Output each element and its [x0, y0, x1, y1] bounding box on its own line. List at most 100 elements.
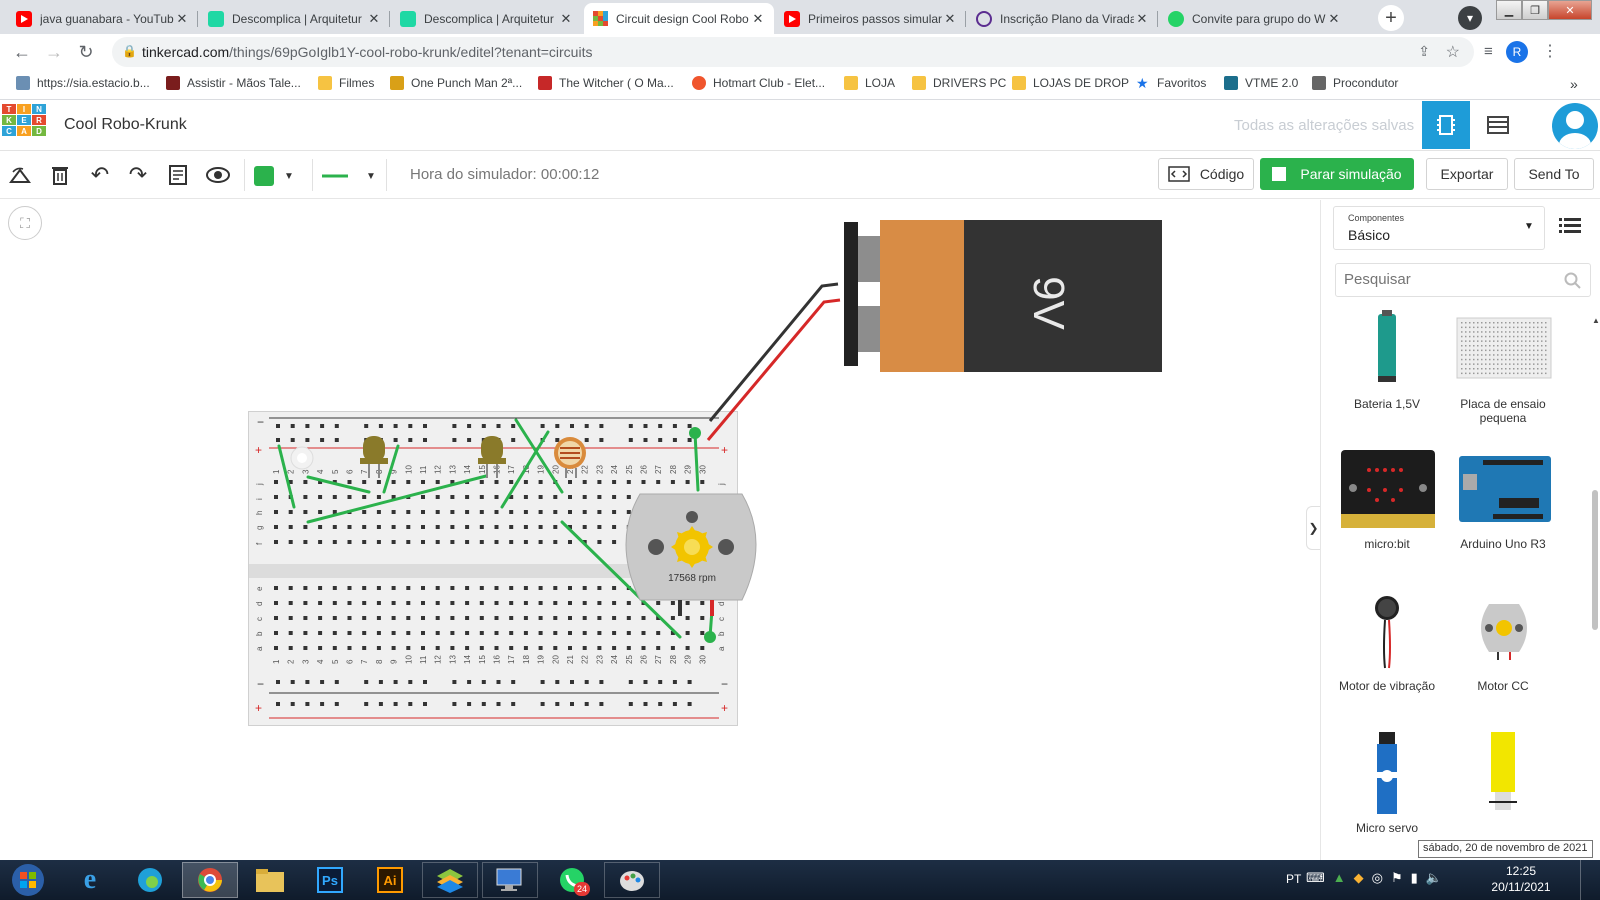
led[interactable]: [360, 436, 388, 478]
bookmark-item[interactable]: The Witcher ( O Ma...: [538, 76, 674, 90]
green-wire[interactable]: [693, 431, 700, 492]
green-wire[interactable]: [500, 430, 550, 509]
browser-tab[interactable]: Inscrição Plano da Virada ✕: [968, 3, 1158, 34]
show-desktop-button[interactable]: [1580, 860, 1600, 900]
bookmark-item[interactable]: Assistir - Mãos Tale...: [166, 76, 301, 90]
close-icon[interactable]: ✕: [366, 11, 382, 27]
bookmark-item[interactable]: One Punch Man 2ª...: [390, 76, 522, 90]
search-input[interactable]: [1336, 264, 1536, 294]
bookmark-item[interactable]: LOJA: [844, 76, 895, 90]
browser-tab[interactable]: Descomplica | Arquitetur ✕: [200, 3, 390, 34]
close-icon[interactable]: ✕: [942, 11, 958, 27]
reload-icon[interactable]: ↻: [76, 42, 96, 63]
component-small-breadboard[interactable]: Placa de ensaio pequena: [1443, 308, 1563, 425]
9v-battery[interactable]: [844, 220, 1162, 372]
url-field[interactable]: 🔒 tinkercad.com/things/69pGoIglb1Y-cool-…: [112, 37, 1474, 67]
search-box[interactable]: [1335, 263, 1591, 297]
restore-icon[interactable]: ❐: [1522, 0, 1548, 20]
bookmark-star-icon[interactable]: ☆: [1446, 42, 1460, 62]
component-micro-servo[interactable]: Micro servo: [1327, 732, 1447, 835]
export-button[interactable]: Exportar: [1426, 158, 1508, 190]
component-microbit[interactable]: micro:bit: [1327, 448, 1447, 551]
led[interactable]: [478, 436, 506, 478]
whatsapp-taskbar-icon[interactable]: 24: [544, 862, 600, 898]
tab-search-icon[interactable]: ▾: [1458, 6, 1482, 30]
send-to-button[interactable]: Send To: [1514, 158, 1594, 190]
scrollbar[interactable]: ▲: [1591, 310, 1600, 860]
profile-avatar[interactable]: R: [1506, 41, 1528, 63]
wire-endpoint[interactable]: [689, 427, 701, 439]
wire-endpoint[interactable]: [704, 631, 716, 643]
component-arduino-uno[interactable]: Arduino Uno R3: [1443, 448, 1563, 551]
clock[interactable]: 12:25 20/11/2021: [1486, 863, 1556, 895]
chrome-icon[interactable]: [182, 862, 238, 898]
search-icon[interactable]: [1564, 272, 1582, 290]
component-gear-motor[interactable]: [1443, 732, 1563, 821]
forward-icon[interactable]: →: [44, 42, 64, 63]
dc-motor[interactable]: [625, 493, 757, 616]
sync-icon[interactable]: ▲: [1333, 870, 1346, 886]
wire-type-dropdown[interactable]: ▼: [322, 165, 378, 187]
undo-icon[interactable]: ↶: [88, 162, 112, 187]
collapse-panel-button[interactable]: ❯: [1306, 506, 1320, 550]
close-icon[interactable]: ✕: [1326, 11, 1342, 27]
stop-simulation-button[interactable]: Parar simulação: [1260, 158, 1414, 190]
minimize-icon[interactable]: ▁: [1496, 0, 1522, 20]
visibility-icon[interactable]: [206, 163, 230, 187]
component-battery-1-5v[interactable]: Bateria 1,5V: [1327, 308, 1447, 411]
browser-menu-icon[interactable]: ⋮: [1542, 41, 1558, 61]
flag-icon[interactable]: ⚑: [1391, 870, 1403, 886]
component-dc-motor[interactable]: Motor CC: [1443, 590, 1563, 693]
file-explorer-icon[interactable]: [242, 862, 298, 898]
browser-tab[interactable]: Convite para grupo do W ✕: [1160, 3, 1350, 34]
design-name[interactable]: Cool Robo-Krunk: [64, 116, 187, 134]
rotate-icon[interactable]: [8, 163, 32, 187]
redo-icon[interactable]: ↷: [126, 162, 150, 187]
volume-icon[interactable]: 🔈: [1426, 870, 1442, 886]
user-avatar[interactable]: [1552, 103, 1598, 149]
green-wire[interactable]: [306, 475, 371, 494]
circuit-workplane[interactable]: ⛶ 11223344556677889910101111121213131414…: [0, 200, 1320, 860]
paint-icon[interactable]: [604, 862, 660, 898]
photoshop-icon[interactable]: Ps: [302, 862, 358, 898]
green-wire[interactable]: [382, 444, 400, 494]
illustrator-icon[interactable]: Ai: [362, 862, 418, 898]
internet-explorer-icon[interactable]: e: [62, 862, 118, 898]
bluestacks-tray-icon[interactable]: ◆: [1354, 870, 1364, 886]
language-indicator[interactable]: PT: [1286, 872, 1301, 886]
close-icon[interactable]: ✕: [174, 11, 190, 27]
bookmark-item[interactable]: VTME 2.0: [1224, 76, 1298, 90]
list-view-icon[interactable]: [1559, 214, 1589, 244]
bookmark-item[interactable]: Filmes: [318, 76, 374, 90]
red-wire[interactable]: [706, 298, 841, 441]
bookmark-item[interactable]: https://sia.estacio.b...: [16, 76, 150, 90]
component-vibration-motor[interactable]: Motor de vibração: [1327, 590, 1447, 693]
close-icon[interactable]: ✕: [558, 11, 574, 27]
schematic-view-button[interactable]: [1474, 101, 1522, 149]
delete-icon[interactable]: [48, 163, 72, 187]
media-control-icon[interactable]: ≡: [1484, 43, 1493, 60]
remote-desktop-icon[interactable]: [482, 862, 538, 898]
browser-tab[interactable]: Primeiros passos simular ✕: [776, 3, 966, 34]
wire-color-dropdown[interactable]: ▼: [254, 165, 302, 187]
bluestacks-icon[interactable]: [422, 862, 478, 898]
bookmark-item[interactable]: Hotmart Club - Elet...: [692, 76, 825, 90]
bookmark-item[interactable]: ★ Favoritos: [1136, 76, 1206, 90]
close-icon[interactable]: ✕: [1134, 11, 1150, 27]
new-tab-button[interactable]: +: [1378, 5, 1404, 31]
bookmark-item[interactable]: LOJAS DE DROP: [1012, 76, 1129, 90]
share-icon[interactable]: ⇪: [1418, 43, 1430, 60]
bookmark-item[interactable]: Procondutor: [1312, 76, 1398, 90]
circuit-view-button[interactable]: [1422, 101, 1470, 149]
browser-tab[interactable]: Descomplica | Arquitetur ✕: [392, 3, 582, 34]
components-dropdown[interactable]: Componentes Básico ▼: [1333, 206, 1545, 250]
white-led[interactable]: [290, 446, 314, 470]
back-icon[interactable]: ←: [12, 42, 32, 63]
start-button[interactable]: [0, 862, 56, 898]
bookmark-item[interactable]: DRIVERS PC: [912, 76, 1006, 90]
browser-tab-active[interactable]: Circuit design Cool Robo ✕: [584, 3, 774, 34]
network-icon[interactable]: ◎: [1372, 870, 1383, 886]
signal-icon[interactable]: ▮: [1411, 870, 1418, 886]
edge-icon[interactable]: [122, 862, 178, 898]
browser-tab[interactable]: java guanabara - YouTub ✕: [8, 3, 198, 34]
